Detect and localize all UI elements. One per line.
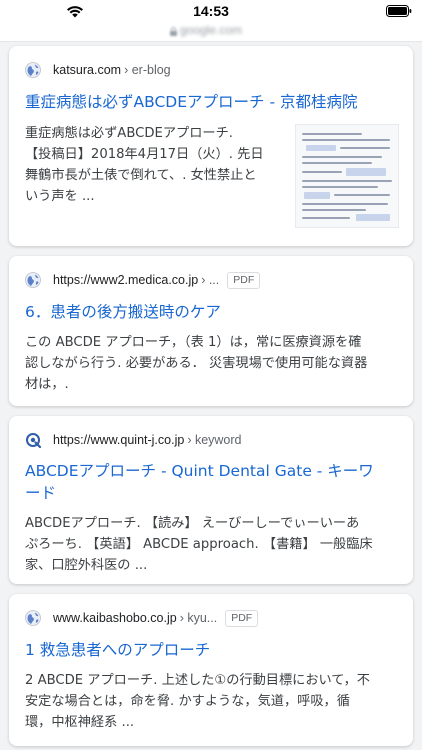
snippet-line: 舞鶴市長が土俵で倒れて、. 女性禁止と xyxy=(25,168,257,183)
thumbnail-text-line xyxy=(302,217,350,219)
thumbnail-text-line xyxy=(302,186,378,188)
search-result-card[interactable]: https://www.quint-j.co.jp › keyword ABCD… xyxy=(9,416,413,584)
battery-icon xyxy=(386,5,412,17)
quint-logo-icon xyxy=(26,433,41,448)
thumbnail-text-line xyxy=(302,162,372,164)
result-title-link[interactable]: 重症病態は必ずABCDEアプローチ - 京都桂病院 xyxy=(25,91,399,113)
pdf-badge: PDF xyxy=(225,609,259,627)
thumbnail-text-line xyxy=(302,139,390,141)
snippet-line: 認しながら行う. 必要がある． 災害現場で使用可能な資器 xyxy=(25,356,368,371)
status-time: 14:53 xyxy=(193,3,229,19)
result-title-link[interactable]: 6．患者の後方搬送時のケア xyxy=(25,301,399,323)
thumbnail-text-line xyxy=(302,203,388,205)
search-result-card[interactable]: katsura.com › er-blog 重症病態は必ずABCDEアプローチ … xyxy=(9,46,413,246)
thumbnail-text-line xyxy=(302,171,342,173)
result-snippet: 2 ABCDE アプローチ. 上述した①の行動目標において，不 安定な場合とは，… xyxy=(25,670,403,733)
globe-icon xyxy=(25,610,41,626)
search-result-card[interactable]: www.kaibashobo.co.jp › kyu... PDF 1 救急患者… xyxy=(9,594,413,746)
result-source-path: › kyu... xyxy=(179,611,218,625)
snippet-line: 安定な場合とは，命を脅. かすような，気道，呼吸，循 xyxy=(25,694,350,709)
thumbnail-highlight xyxy=(304,192,330,199)
result-source-url: katsura.com xyxy=(53,63,122,77)
thumbnail-text-line xyxy=(302,180,392,182)
result-thumbnail[interactable] xyxy=(295,124,399,228)
thumbnail-text-line xyxy=(302,209,366,211)
snippet-line: ABCDEアプローチ. 【読み】 えーびーしーでぃーいーあ xyxy=(25,516,360,531)
result-source-url: www.kaibashobo.co.jp xyxy=(53,611,177,625)
snippet-line: いう声を ... xyxy=(25,189,95,204)
snippet-line: 材は，. xyxy=(25,377,69,392)
status-bar: 14:53 xyxy=(0,0,422,22)
thumbnail-highlight xyxy=(356,214,390,221)
result-source-path: › er-blog xyxy=(124,63,171,77)
snippet-line: 2 ABCDE アプローチ. 上述した①の行動目標において，不 xyxy=(25,673,370,688)
thumbnail-text-line xyxy=(334,194,390,196)
result-source-url: https://www2.medica.co.jp xyxy=(53,273,199,287)
address-url: google.com xyxy=(179,23,243,37)
result-title-link[interactable]: ABCDEアプローチ - Quint Dental Gate - キーワード xyxy=(25,460,385,504)
result-source-url: https://www.quint-j.co.jp xyxy=(53,433,185,447)
result-source-path: › ... xyxy=(201,273,220,287)
result-title-link[interactable]: 1 救急患者へのアプローチ xyxy=(25,639,399,661)
result-snippet: 重症病態は必ずABCDEアプローチ. 【投稿日】2018年4月17日（火）. 先… xyxy=(25,123,295,207)
thumbnail-text-line xyxy=(302,156,382,158)
globe-icon xyxy=(25,62,41,78)
search-result-card[interactable]: https://www2.medica.co.jp › ... PDF 6．患者… xyxy=(9,256,413,406)
globe-icon xyxy=(25,272,41,288)
snippet-line: 重症病態は必ずABCDEアプローチ. xyxy=(25,126,233,141)
result-snippet: ABCDEアプローチ. 【読み】 えーびーしーでぃーいーあ ぷろーち. 【英語】… xyxy=(25,513,403,576)
thumbnail-text-line xyxy=(340,147,390,149)
snippet-line: 【投稿日】2018年4月17日（火）. 先日 xyxy=(25,147,264,162)
result-source-path: › keyword xyxy=(187,433,242,447)
snippet-line: ぷろーち. 【英語】 ABCDE approach. 【書籍】 一般臨床 xyxy=(25,537,373,552)
snippet-line: 環，中枢神経系 ... xyxy=(25,715,135,730)
result-snippet: この ABCDE アプローチ，（表 1）は，常に医療資源を確 認しながら行う. … xyxy=(25,332,403,395)
thumbnail-highlight xyxy=(306,145,336,151)
thumbnail-text-line xyxy=(302,133,362,135)
thumbnail-highlight xyxy=(346,168,386,176)
snippet-line: 家、口腔外科医の ... xyxy=(25,558,148,573)
snippet-line: この ABCDE アプローチ，（表 1）は，常に医療資源を確 xyxy=(25,335,362,350)
address-bar[interactable]: google.com xyxy=(0,22,422,42)
pdf-badge: PDF xyxy=(227,271,261,289)
